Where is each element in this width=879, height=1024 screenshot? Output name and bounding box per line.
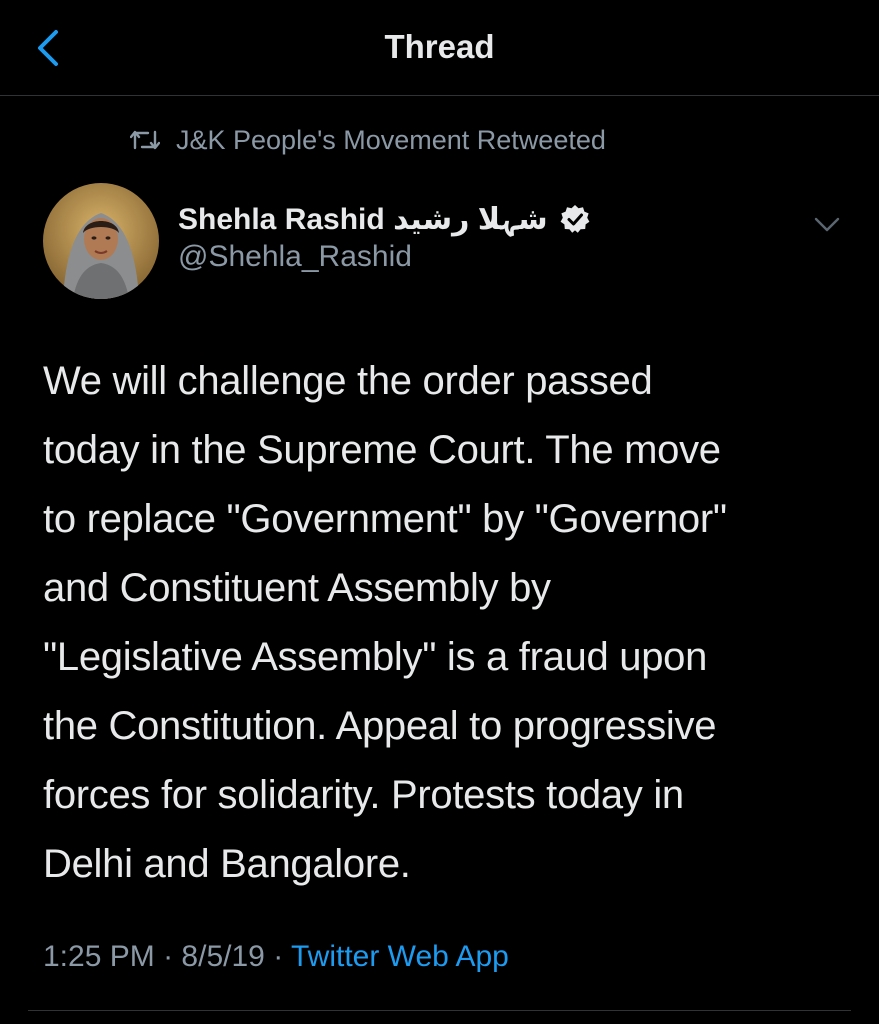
author-handle[interactable]: @Shehla_Rashid bbox=[178, 240, 412, 274]
tweet-line: "Legislative Assembly" is a fraud upon bbox=[43, 635, 708, 679]
tweet-date: 8/5/19 bbox=[181, 940, 265, 973]
retweet-context[interactable]: J&K People's Movement Retweeted bbox=[130, 122, 606, 158]
tweet-metadata: 1:25 PM · 8/5/19 · Twitter Web App bbox=[43, 940, 509, 974]
author-name-row[interactable]: Shehla Rashid شہلا رشید bbox=[178, 198, 590, 240]
verified-badge-icon bbox=[560, 205, 590, 233]
page-title: Thread bbox=[384, 28, 495, 65]
tweet-time: 1:25 PM bbox=[43, 940, 155, 973]
tweet-source-link[interactable]: Twitter Web App bbox=[291, 940, 509, 973]
author-name: Shehla Rashid شہلا رشید bbox=[178, 202, 548, 236]
meta-separator: · bbox=[163, 940, 174, 973]
tweet-text: We will challenge the order passed today… bbox=[43, 347, 843, 899]
avatar[interactable] bbox=[43, 183, 159, 299]
divider bbox=[28, 1010, 851, 1011]
tweet-options-button[interactable] bbox=[812, 212, 842, 236]
tweet-line: today in the Supreme Court. The move bbox=[43, 428, 721, 472]
tweet-line: the Constitution. Appeal to progressive bbox=[43, 704, 717, 748]
tweet-line: We will challenge the order passed bbox=[43, 359, 653, 403]
profile-photo bbox=[43, 183, 159, 299]
meta-separator: · bbox=[273, 940, 284, 973]
chevron-down-icon bbox=[814, 217, 840, 232]
retweet-icon bbox=[130, 130, 160, 150]
tweet-line: to replace "Government" by "Governor" bbox=[43, 497, 727, 541]
tweet-line: forces for solidarity. Protests today in bbox=[43, 773, 684, 817]
tweet-line: Delhi and Bangalore. bbox=[43, 842, 411, 886]
navigation-bar: Thread bbox=[0, 0, 879, 96]
retweet-label: J&K People's Movement Retweeted bbox=[176, 124, 606, 155]
tweet-line: and Constituent Assembly by bbox=[43, 566, 551, 610]
